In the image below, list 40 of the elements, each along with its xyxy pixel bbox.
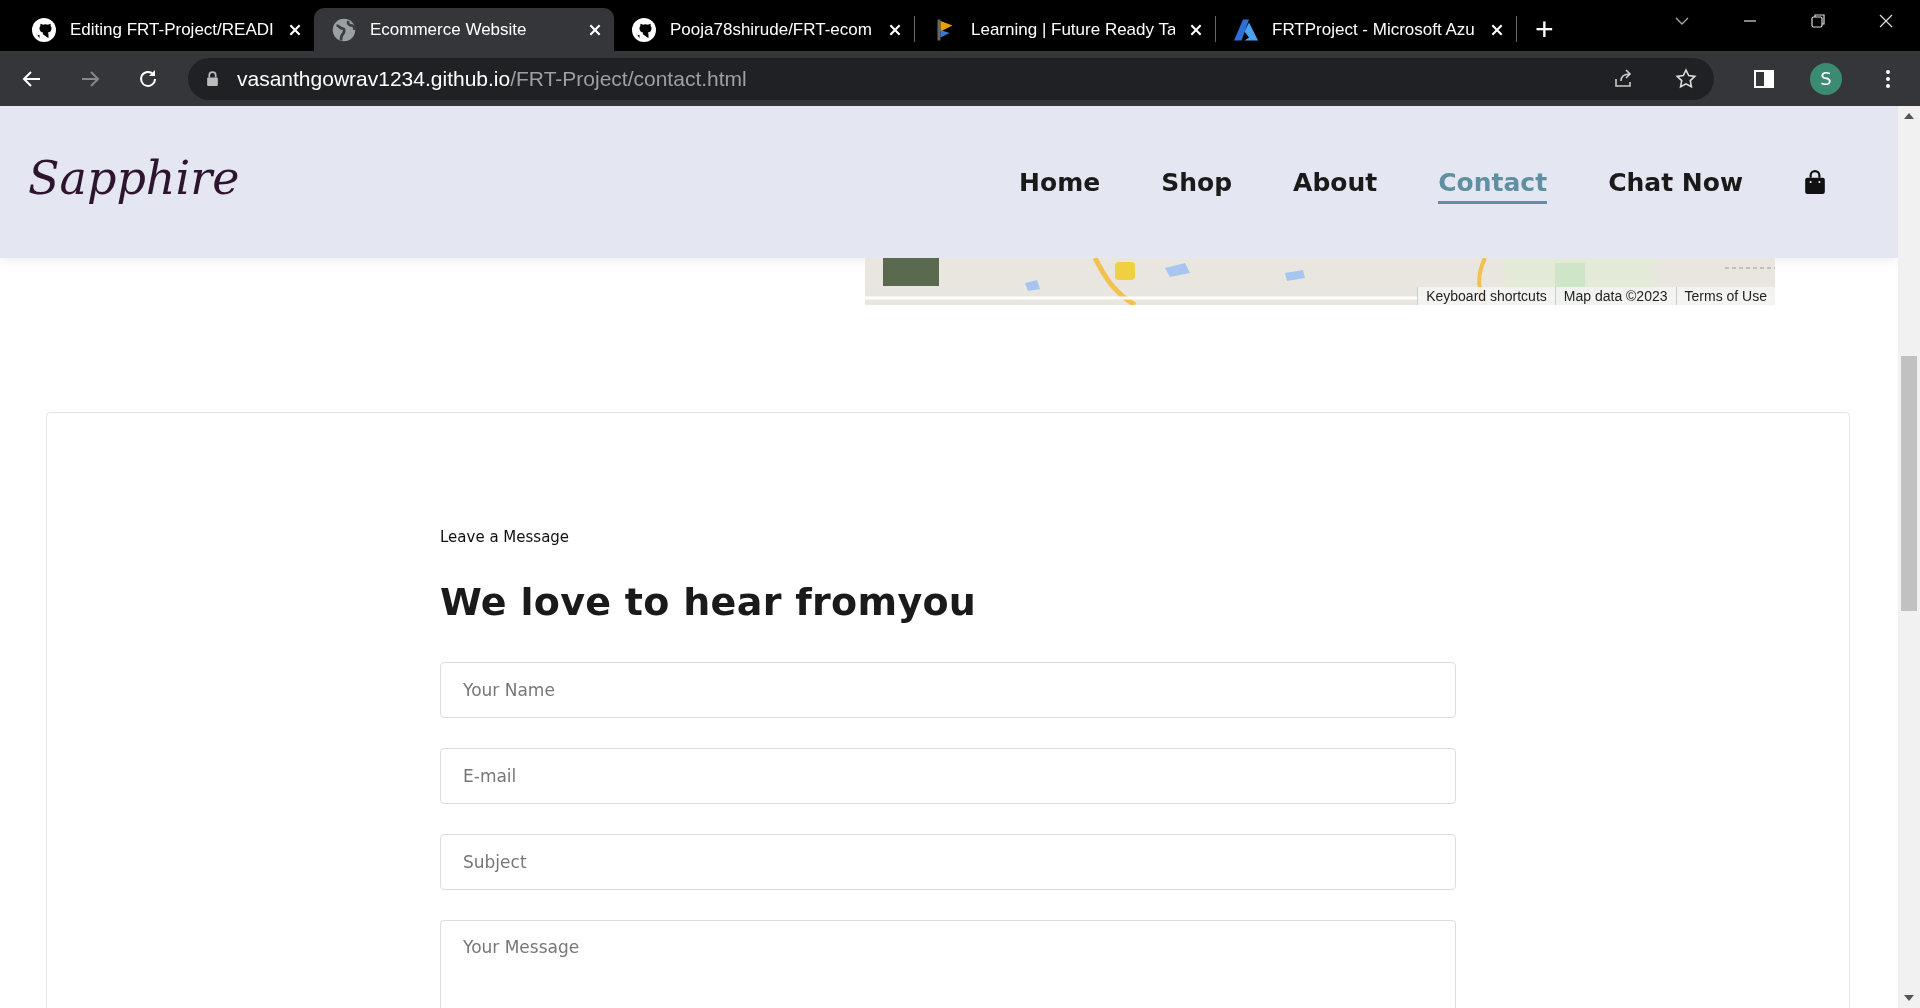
input-field[interactable]: Subject <box>440 834 1456 890</box>
map-attribution-link[interactable]: Terms of Use <box>1675 287 1775 305</box>
profile-avatar[interactable]: S <box>1810 62 1842 95</box>
logo[interactable]: Sapphire <box>28 151 240 205</box>
url-text: vasanthgowrav1234.github.io/FRT-Project/contact.html <box>237 66 747 91</box>
message-field[interactable]: Your Message <box>440 920 1456 1008</box>
new-tab-button[interactable]: + <box>1517 8 1572 51</box>
close-icon[interactable] <box>288 22 302 37</box>
map-attribution-link[interactable]: Keyboard shortcuts <box>1417 287 1555 305</box>
nav-link[interactable]: About <box>1293 167 1378 204</box>
scroll-up-icon[interactable] <box>1904 113 1914 119</box>
tab-title: Pooja78shirude/FRT-ecom <box>670 19 873 40</box>
address-bar[interactable]: vasanthgowrav1234.github.io/FRT-Project/contact.html <box>188 57 1714 100</box>
scrollbar-thumb[interactable] <box>1901 356 1917 611</box>
globe-icon <box>332 17 356 42</box>
restore-icon[interactable] <box>1808 11 1828 31</box>
tab-title: Ecommerce Website <box>370 19 528 40</box>
browser-tab[interactable]: Pooja78shirude/FRT-ecom <box>614 8 914 51</box>
scroll-down-icon[interactable] <box>1904 995 1914 1001</box>
tab-title: Editing FRT-Project/READI <box>70 19 274 40</box>
section-heading: We love to hear fromyou <box>440 580 978 624</box>
input-field[interactable]: E-mail <box>440 748 1456 804</box>
close-icon[interactable] <box>888 22 902 37</box>
browser-tab[interactable]: FRTProject - Microsoft Azu <box>1216 8 1516 51</box>
tab-title: FRTProject - Microsoft Azu <box>1272 19 1476 40</box>
browser-tab[interactable]: Ecommerce Website <box>314 8 614 51</box>
input-field[interactable]: Your Name <box>440 662 1456 718</box>
close-icon[interactable] <box>1189 22 1203 37</box>
shopping-bag-icon[interactable] <box>1804 170 1826 194</box>
nav-link[interactable]: Chat Now <box>1608 167 1743 204</box>
map-attribution-link[interactable]: Map data ©2023 <box>1554 287 1676 305</box>
nav-link[interactable]: Home <box>1019 167 1101 204</box>
browser-tab[interactable]: Editing FRT-Project/READI <box>14 8 314 51</box>
lock-icon <box>206 71 219 86</box>
scrollbar[interactable] <box>1898 106 1920 1008</box>
star-icon[interactable] <box>1674 66 1698 91</box>
section-label: Leave a Message <box>440 528 571 546</box>
nav-link[interactable]: Shop <box>1161 167 1233 204</box>
close-icon[interactable] <box>588 22 602 37</box>
close-icon[interactable] <box>1490 22 1504 37</box>
